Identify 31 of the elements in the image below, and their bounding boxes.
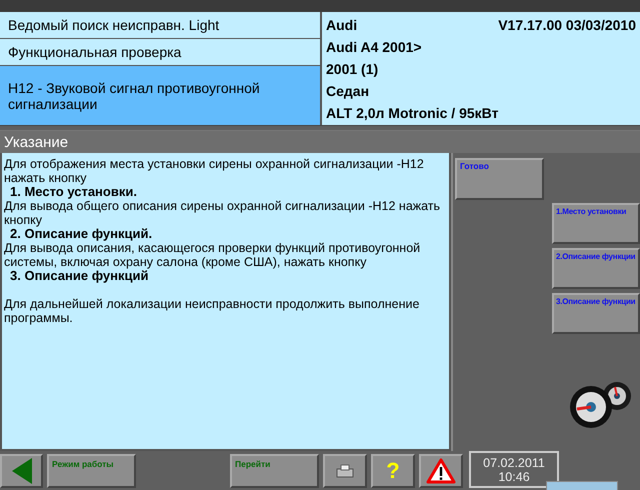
date-text: 07.02.2011 xyxy=(483,456,545,470)
print-button[interactable] xyxy=(323,454,367,488)
instruction-text: Для вывода общего описания сирены охранной сигнализации -H12 нажать кнопку xyxy=(4,199,442,227)
vehicle-info: Audi A4 2001> xyxy=(326,38,423,57)
instruction-heading: 1. Место установки. xyxy=(9,185,138,199)
instruction-heading: 3. Описание функций xyxy=(9,269,148,283)
vehicle-info: 2001 (1) xyxy=(326,60,380,79)
function-button[interactable]: 1.Место установки xyxy=(552,203,640,244)
back-arrow-icon xyxy=(12,458,32,484)
brand-text: Audi xyxy=(326,17,358,33)
function-button[interactable]: 2.Описание функции xyxy=(552,248,640,289)
vehicle-info: ALT 2,0л Motronic / 95кВт xyxy=(326,104,500,123)
warning-button[interactable] xyxy=(419,454,463,488)
back-button[interactable] xyxy=(0,454,43,488)
instruction-text: Для отображения места установки сирены охранной сигнализации -H12 нажать кнопку xyxy=(4,157,425,185)
instruction-text: Для вывода описания, касающегося проверки функций противоугонной системы, включая охрану салона (кроме США), нажать кнопку xyxy=(4,241,422,269)
section-title: Указание xyxy=(0,130,640,153)
done-button[interactable]: Готово xyxy=(455,158,544,200)
tray-widget xyxy=(546,481,618,490)
help-button[interactable]: ? xyxy=(371,454,415,488)
mode-button[interactable]: Режим работы xyxy=(47,454,136,488)
function-button[interactable]: 3.Описание функции xyxy=(552,293,640,334)
vehicle-info: Седан xyxy=(326,82,370,101)
version-text: V17.17.00 03/03/2010 xyxy=(498,17,636,33)
printer-icon xyxy=(336,464,354,478)
time-text: 10:46 xyxy=(498,470,530,484)
goto-button[interactable]: Перейти xyxy=(230,454,319,488)
instruction-heading: 2. Описание функций. xyxy=(10,227,154,241)
warning-icon xyxy=(426,458,456,484)
breadcrumb-item[interactable]: H12 - Звуковой сигнал противоугонной сигнализации xyxy=(0,66,320,125)
instruction-text: Для дальнейшей локализации неисправности продолжить выполнение программы. xyxy=(4,297,420,325)
